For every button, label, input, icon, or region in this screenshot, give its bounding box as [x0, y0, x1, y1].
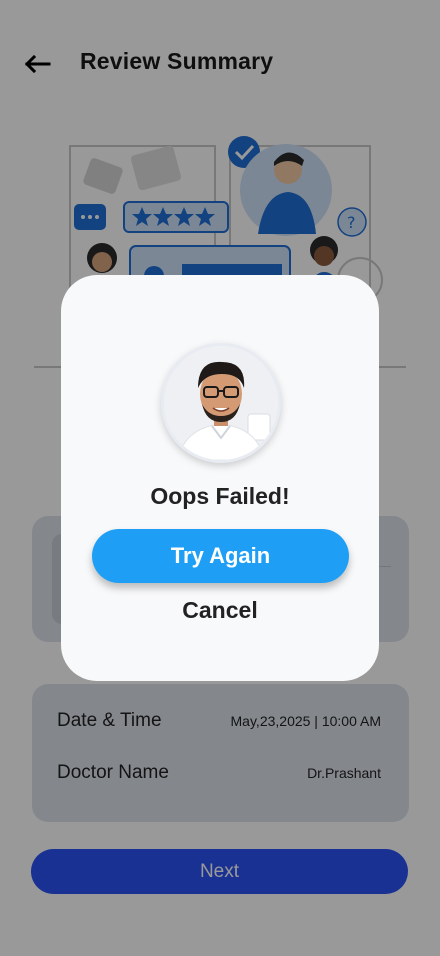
dialog-title: Oops Failed!: [150, 483, 290, 509]
try-again-button[interactable]: Try Again: [92, 529, 349, 583]
avatar: [161, 343, 281, 463]
failure-dialog: Oops Failed! Try Again Cancel: [61, 275, 379, 681]
cancel-button[interactable]: Cancel: [61, 597, 379, 624]
